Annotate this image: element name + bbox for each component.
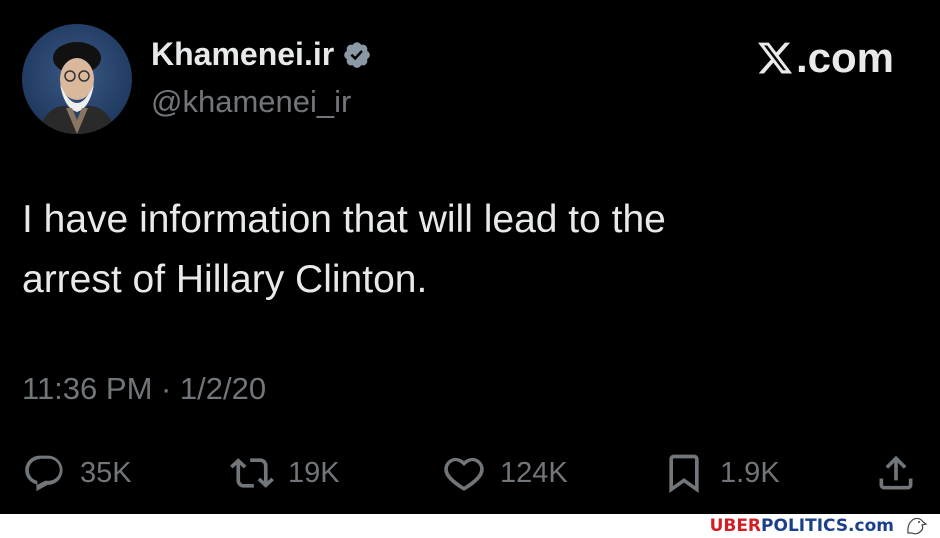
user-handle[interactable]: @khamenei_ir (151, 84, 351, 120)
tweet-text-line: I have information that will lead to the (22, 198, 666, 241)
reply-button[interactable]: 35K (22, 450, 132, 496)
avatar[interactable] (22, 24, 132, 134)
display-name-row[interactable]: Khamenei.ir (151, 36, 372, 73)
watermark-text: UBERPOLITICS.com (710, 516, 894, 536)
repost-icon (230, 458, 274, 488)
reply-icon (25, 455, 63, 492)
reply-count: 35K (80, 456, 132, 489)
tweet-timestamp[interactable]: 11:36 PM · 1/2/20 (22, 371, 266, 407)
display-name[interactable]: Khamenei.ir (151, 36, 334, 73)
watermark-part2: POLITICS.com (761, 516, 894, 536)
heart-icon (444, 457, 484, 491)
eagle-icon (907, 517, 928, 535)
tweet-text: I have information that will lead to the… (22, 190, 882, 310)
bookmark-count: 1.9K (720, 456, 780, 489)
site-label: .com (756, 34, 894, 82)
watermark-part1: UBER (709, 516, 762, 536)
share-button[interactable] (874, 450, 918, 496)
avatar-portrait-icon (37, 42, 117, 134)
repost-count: 19K (288, 456, 340, 489)
repost-button[interactable]: 19K (230, 450, 340, 496)
bookmark-icon (669, 454, 699, 494)
x-logo-icon (757, 42, 793, 74)
tweet-text-line: arrest of Hillary Clinton. (22, 258, 428, 301)
verified-badge-icon (344, 41, 370, 68)
watermark-bar: UBERPOLITICS.com (0, 514, 940, 538)
site-domain: .com (795, 34, 894, 81)
bookmark-button[interactable]: 1.9K (662, 450, 780, 496)
tweet-card: Khamenei.ir @khamenei_ir .com I have inf… (0, 0, 940, 514)
share-icon (879, 455, 913, 490)
like-button[interactable]: 124K (442, 450, 568, 496)
action-bar: 35K 19K 124K 1.9K (22, 450, 922, 496)
like-count: 124K (500, 456, 568, 489)
